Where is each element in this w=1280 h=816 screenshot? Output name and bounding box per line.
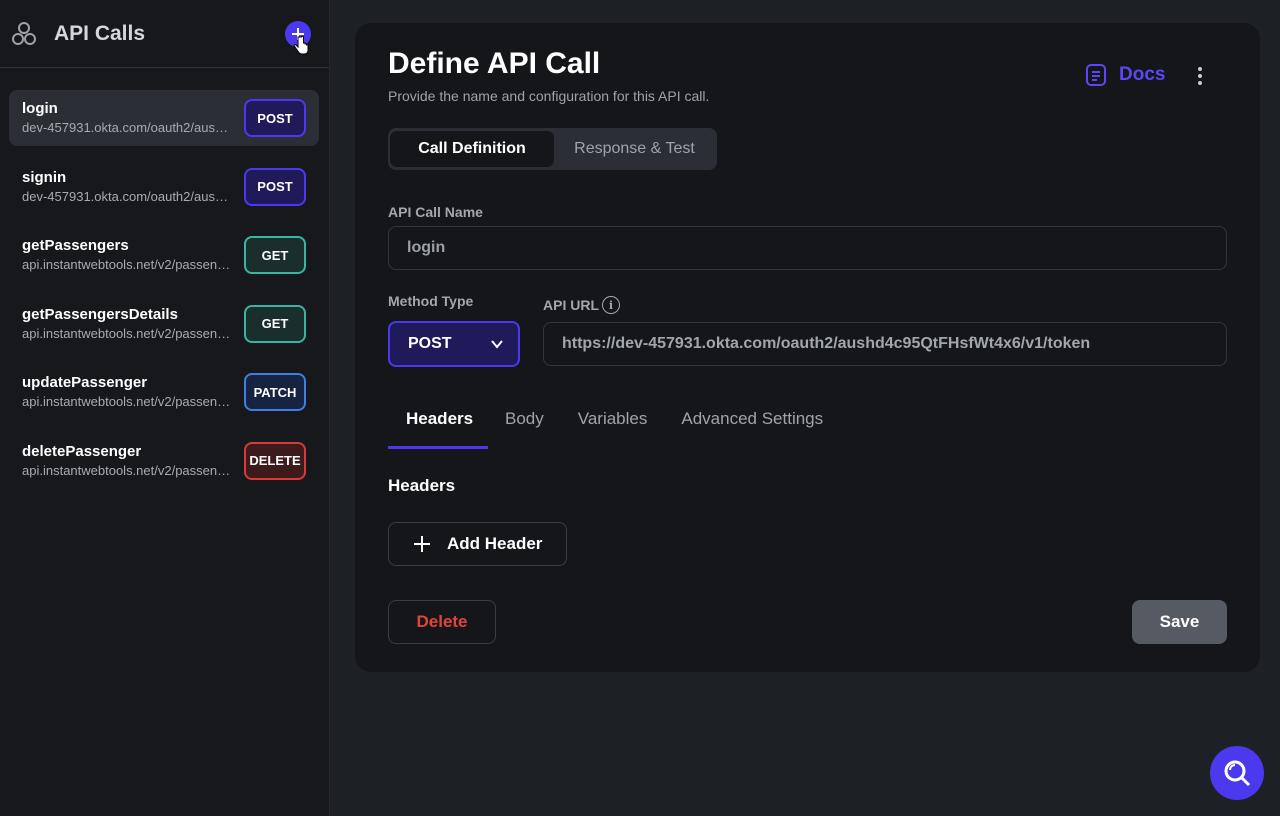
add-header-button[interactable]: Add Header [388,522,567,566]
save-button[interactable]: Save [1132,600,1227,644]
plus-icon [413,535,431,553]
delete-button[interactable]: Delete [388,600,496,644]
list-item[interactable]: getPassengers api.instantwebtools.net/v2… [9,227,319,283]
method-badge: GET [244,236,306,274]
call-url: api.instantwebtools.net/v2/passenger [22,394,234,409]
method-badge: POST [244,167,306,206]
page-title: Define API Call [388,47,601,80]
view-switcher: Call Definition Response & Test [388,128,717,170]
tab-body[interactable]: Body [488,407,561,449]
page-subtitle: Provide the name and configuration for t… [388,88,710,104]
list-item[interactable]: updatePassenger api.instantwebtools.net/… [9,364,319,420]
tab-advanced-settings[interactable]: Advanced Settings [664,407,840,449]
tab-variables[interactable]: Variables [561,407,665,449]
more-options-button[interactable] [1190,65,1210,87]
method-type-select[interactable]: POST [388,321,520,367]
call-url: api.instantwebtools.net/v2/passenger [22,257,234,272]
method-badge: PATCH [244,373,306,411]
call-url: api.instantwebtools.net/v2/passenger [22,325,234,341]
docs-icon [1086,64,1106,86]
search-icon [1224,760,1251,787]
cursor-icon [293,36,309,55]
call-url: api.instantwebtools.net/v2/passenger [22,462,234,478]
method-badge: GET [244,304,306,343]
api-url-input[interactable]: https://dev-457931.okta.com/oauth2/aushd… [543,322,1227,366]
api-call-list: login dev-457931.okta.com/oauth2/aushd4c… [0,68,329,489]
add-header-label: Add Header [447,534,543,553]
method-badge: DELETE [244,441,306,480]
logo-icon [12,21,36,45]
tab-headers[interactable]: Headers [388,407,488,449]
list-item[interactable]: getPassengersDetails api.instantwebtools… [9,296,319,352]
docs-label: Docs [1119,64,1166,85]
api-call-editor: Define API Call Provide the name and con… [355,23,1260,672]
tab-response-test[interactable]: Response & Test [554,131,715,167]
section-heading: Headers [388,476,456,495]
method-badge: POST [244,99,306,137]
api-url-label: API URL [543,297,599,313]
sidebar: API Calls login dev-457931.okta.com/oaut… [0,0,330,816]
sidebar-header: API Calls [0,0,329,68]
info-icon[interactable]: i [602,296,620,314]
method-type-label: Method Type [388,293,474,309]
api-call-name-label: API Call Name [388,204,483,220]
tab-call-definition[interactable]: Call Definition [390,131,554,167]
api-call-name-input[interactable]: login [388,226,1227,270]
docs-link[interactable]: Docs [1085,63,1165,87]
kebab-icon [1198,67,1202,71]
list-item[interactable]: login dev-457931.okta.com/oauth2/aushd4c… [9,90,319,146]
search-button[interactable] [1210,746,1264,800]
list-item[interactable]: signin dev-457931.okta.com/oauth2/aushd4… [9,159,319,215]
call-url: dev-457931.okta.com/oauth2/aushd4c95QtFH… [22,188,234,204]
call-url: dev-457931.okta.com/oauth2/aushd4c95QtFH… [22,120,234,135]
sidebar-title: API Calls [54,21,146,45]
method-type-value: POST [408,335,452,352]
chevron-down-icon [491,340,503,349]
config-tabs: Headers Body Variables Advanced Settings [388,407,840,449]
list-item[interactable]: deletePassenger api.instantwebtools.net/… [9,433,319,489]
